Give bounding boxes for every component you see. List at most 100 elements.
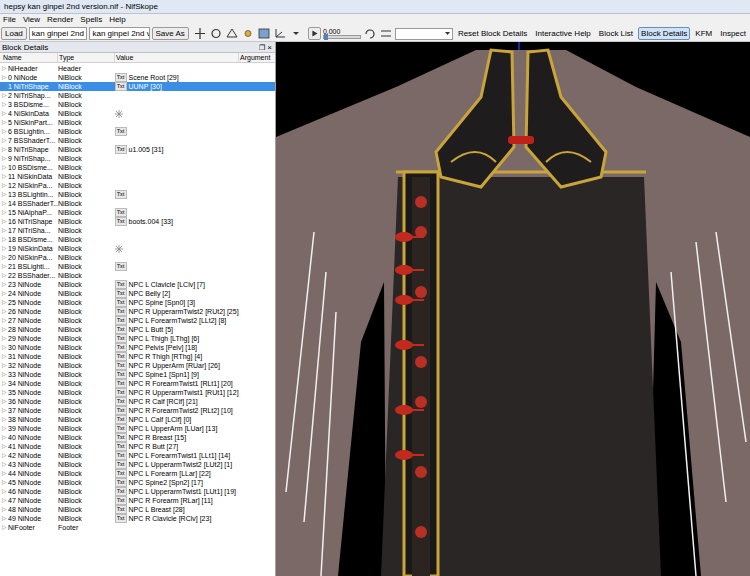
animation-select[interactable] (395, 28, 453, 40)
dropdown-arrow-icon[interactable] (289, 27, 303, 40)
expander-icon[interactable]: ▷ (0, 505, 8, 514)
block-row[interactable]: ▷20 NiSkinPa...NiBlock (0, 253, 275, 262)
block-row[interactable]: ▷11 NiSkinDataNiBlock (0, 172, 275, 181)
menu-item[interactable]: Spells (80, 14, 102, 26)
expander-icon[interactable]: ▷ (0, 343, 8, 352)
block-row[interactable]: ▷NiHeaderHeader (0, 64, 275, 73)
expander-icon[interactable]: ▷ (0, 109, 8, 118)
block-row[interactable]: ▷31 NiNodeNiBlockTxtNPC R Thigh [RThg] [… (0, 352, 275, 361)
expander-icon[interactable]: ▷ (0, 406, 8, 415)
model-render[interactable] (276, 42, 750, 576)
loop-icon[interactable] (363, 27, 377, 40)
block-row[interactable]: ▷35 NiNodeNiBlockTxtNPC R UpperarmTwist1… (0, 388, 275, 397)
expander-icon[interactable]: ▷ (0, 388, 8, 397)
block-row[interactable]: ▷34 NiNodeNiBlockTxtNPC R ForearmTwist1 … (0, 379, 275, 388)
block-row[interactable]: ▷47 NiNodeNiBlockTxtNPC R Forearm [RLar]… (0, 496, 275, 505)
expander-icon[interactable]: ▷ (0, 289, 8, 298)
wireframe-icon[interactable] (225, 27, 239, 40)
move-view-icon[interactable] (193, 27, 207, 40)
expander-icon[interactable]: ▷ (0, 145, 8, 154)
expander-icon[interactable]: ▷ (0, 262, 8, 271)
block-row[interactable]: ▷14 BSShaderT...NiBlock (0, 199, 275, 208)
column-heading[interactable]: Type (58, 53, 115, 62)
expander-icon[interactable]: ▷ (0, 172, 8, 181)
block-row[interactable]: ▷8 NiTriShapeNiBlockTxtu1.005 [31] (0, 145, 275, 154)
toolbar-button[interactable]: Block Details (638, 27, 690, 40)
expander-icon[interactable]: ▷ (0, 424, 8, 433)
block-row[interactable]: ▷9 NiTriShap...NiBlock (0, 154, 275, 163)
block-row[interactable]: ▷33 NiNodeNiBlockTxtNPC Spine1 [Spn1] [9… (0, 370, 275, 379)
file-field-2[interactable]: kan ginpei 2nd version.nif (89, 27, 149, 40)
expander-icon[interactable]: ▷ (0, 316, 8, 325)
switch-icon[interactable] (379, 27, 393, 40)
block-row[interactable]: ▷27 NiNodeNiBlockTxtNPC L ForearmTwist2 … (0, 316, 275, 325)
expander-icon[interactable]: ▷ (0, 307, 8, 316)
float-button[interactable]: ❐ (258, 42, 266, 53)
block-row[interactable]: ▷23 NiNodeNiBlockTxtNPC L Clavicle [LClv… (0, 280, 275, 289)
play-icon[interactable] (308, 27, 321, 40)
expander-icon[interactable]: ▷ (0, 298, 8, 307)
block-row[interactable]: ▷43 NiNodeNiBlockTxtNPC L UpperarmTwist2… (0, 460, 275, 469)
block-row[interactable]: ▷39 NiNodeNiBlockTxtNPC L UpperArm [LUar… (0, 424, 275, 433)
expander-icon[interactable]: ▷ (0, 163, 8, 172)
block-row[interactable]: ▷4 NiSkinDataNiBlock (0, 109, 275, 118)
block-row[interactable]: ▷28 NiNodeNiBlockTxtNPC L Butt [5] (0, 325, 275, 334)
expander-icon[interactable]: ▷ (0, 379, 8, 388)
block-row[interactable]: ▷13 BSLightin...NiBlockTxt (0, 190, 275, 199)
block-row[interactable]: ▷45 NiNodeNiBlockTxtNPC Spine2 [Spn2] [1… (0, 478, 275, 487)
menu-item[interactable]: Render (47, 14, 73, 26)
column-heading[interactable]: Value (115, 53, 239, 62)
expander-icon[interactable]: ▷ (0, 370, 8, 379)
expander-icon[interactable]: ▷ (0, 190, 8, 199)
expander-icon[interactable]: ▷ (0, 127, 8, 136)
block-row[interactable]: ▷25 NiNodeNiBlockTxtNPC Spine [Spn0] [3] (0, 298, 275, 307)
block-row[interactable]: ▷0 NiNodeNiBlockTxtScene Root [29] (0, 73, 275, 82)
expander-icon[interactable]: ▷ (0, 217, 8, 226)
block-row[interactable]: ▷48 NiNodeNiBlockTxtNPC L Breast [28] (0, 505, 275, 514)
block-row[interactable]: ▷1 NiTriShapeNiBlockTxtUUNP [30] (0, 82, 275, 91)
block-row[interactable]: ▷3 BSDisme...NiBlock (0, 100, 275, 109)
block-row[interactable]: ▷22 BSShader...NiBlock (0, 271, 275, 280)
toolbar-button[interactable]: KFM (692, 27, 715, 40)
block-row[interactable]: ▷46 NiNodeNiBlockTxtNPC L UpperarmTwist1… (0, 487, 275, 496)
expander-icon[interactable]: ▷ (0, 325, 8, 334)
menu-item[interactable]: File (3, 14, 16, 26)
expander-icon[interactable]: ▷ (0, 496, 8, 505)
block-row[interactable]: ▷18 BSDisme...NiBlock (0, 235, 275, 244)
block-row[interactable]: ▷30 NiNodeNiBlockTxtNPC Pelvis [Pelv] [1… (0, 343, 275, 352)
menu-item[interactable]: View (23, 14, 40, 26)
column-heading[interactable]: Argument (239, 53, 275, 62)
expander-icon[interactable]: ▷ (0, 64, 8, 73)
expander-icon[interactable]: ▷ (0, 397, 8, 406)
block-row[interactable]: ▷41 NiNodeNiBlockTxtNPC R Butt [27] (0, 442, 275, 451)
expander-icon[interactable]: ▷ (0, 253, 8, 262)
block-row[interactable]: ▷49 NiNodeNiBlockTxtNPC R Clavicle [RClv… (0, 514, 275, 523)
expander-icon[interactable]: ▷ (0, 82, 8, 91)
toolbar-button[interactable]: Inspect (717, 27, 749, 40)
block-row[interactable]: ▷36 NiNodeNiBlockTxtNPC R Calf [RClf] [2… (0, 397, 275, 406)
block-row[interactable]: ▷NiFooterFooter (0, 523, 275, 532)
column-heading[interactable]: Name (0, 53, 58, 62)
block-row[interactable]: ▷21 BSLighti...NiBlockTxt (0, 262, 275, 271)
block-row[interactable]: ▷37 NiNodeNiBlockTxtNPC R ForearmTwist2 … (0, 406, 275, 415)
block-row[interactable]: ▷42 NiNodeNiBlockTxtNPC L ForearmTwist1 … (0, 451, 275, 460)
block-row[interactable]: ▷40 NiNodeNiBlockTxtNPC R Breast [15] (0, 433, 275, 442)
expander-icon[interactable]: ▷ (0, 226, 8, 235)
block-row[interactable]: ▷5 NiSkinPart...NiBlock (0, 118, 275, 127)
expander-icon[interactable]: ▷ (0, 460, 8, 469)
expander-icon[interactable]: ▷ (0, 487, 8, 496)
block-row[interactable]: ▷32 NiNodeNiBlockTxtNPC R UpperArm [RUar… (0, 361, 275, 370)
expander-icon[interactable]: ▷ (0, 181, 8, 190)
expander-icon[interactable]: ▷ (0, 361, 8, 370)
expander-icon[interactable]: ▷ (0, 433, 8, 442)
render-viewport[interactable] (276, 42, 750, 576)
lighting-icon[interactable] (241, 27, 255, 40)
block-row[interactable]: ▷10 BSDisme...NiBlock (0, 163, 275, 172)
expander-icon[interactable]: ▷ (0, 199, 8, 208)
time-slider[interactable]: 0.000 (323, 28, 361, 39)
expander-icon[interactable]: ▷ (0, 91, 8, 100)
block-row[interactable]: ▷19 NiSkinDataNiBlock (0, 244, 275, 253)
expander-icon[interactable]: ▷ (0, 442, 8, 451)
expander-icon[interactable]: ▷ (0, 415, 8, 424)
block-row[interactable]: ▷12 NiSkinPa...NiBlock (0, 181, 275, 190)
